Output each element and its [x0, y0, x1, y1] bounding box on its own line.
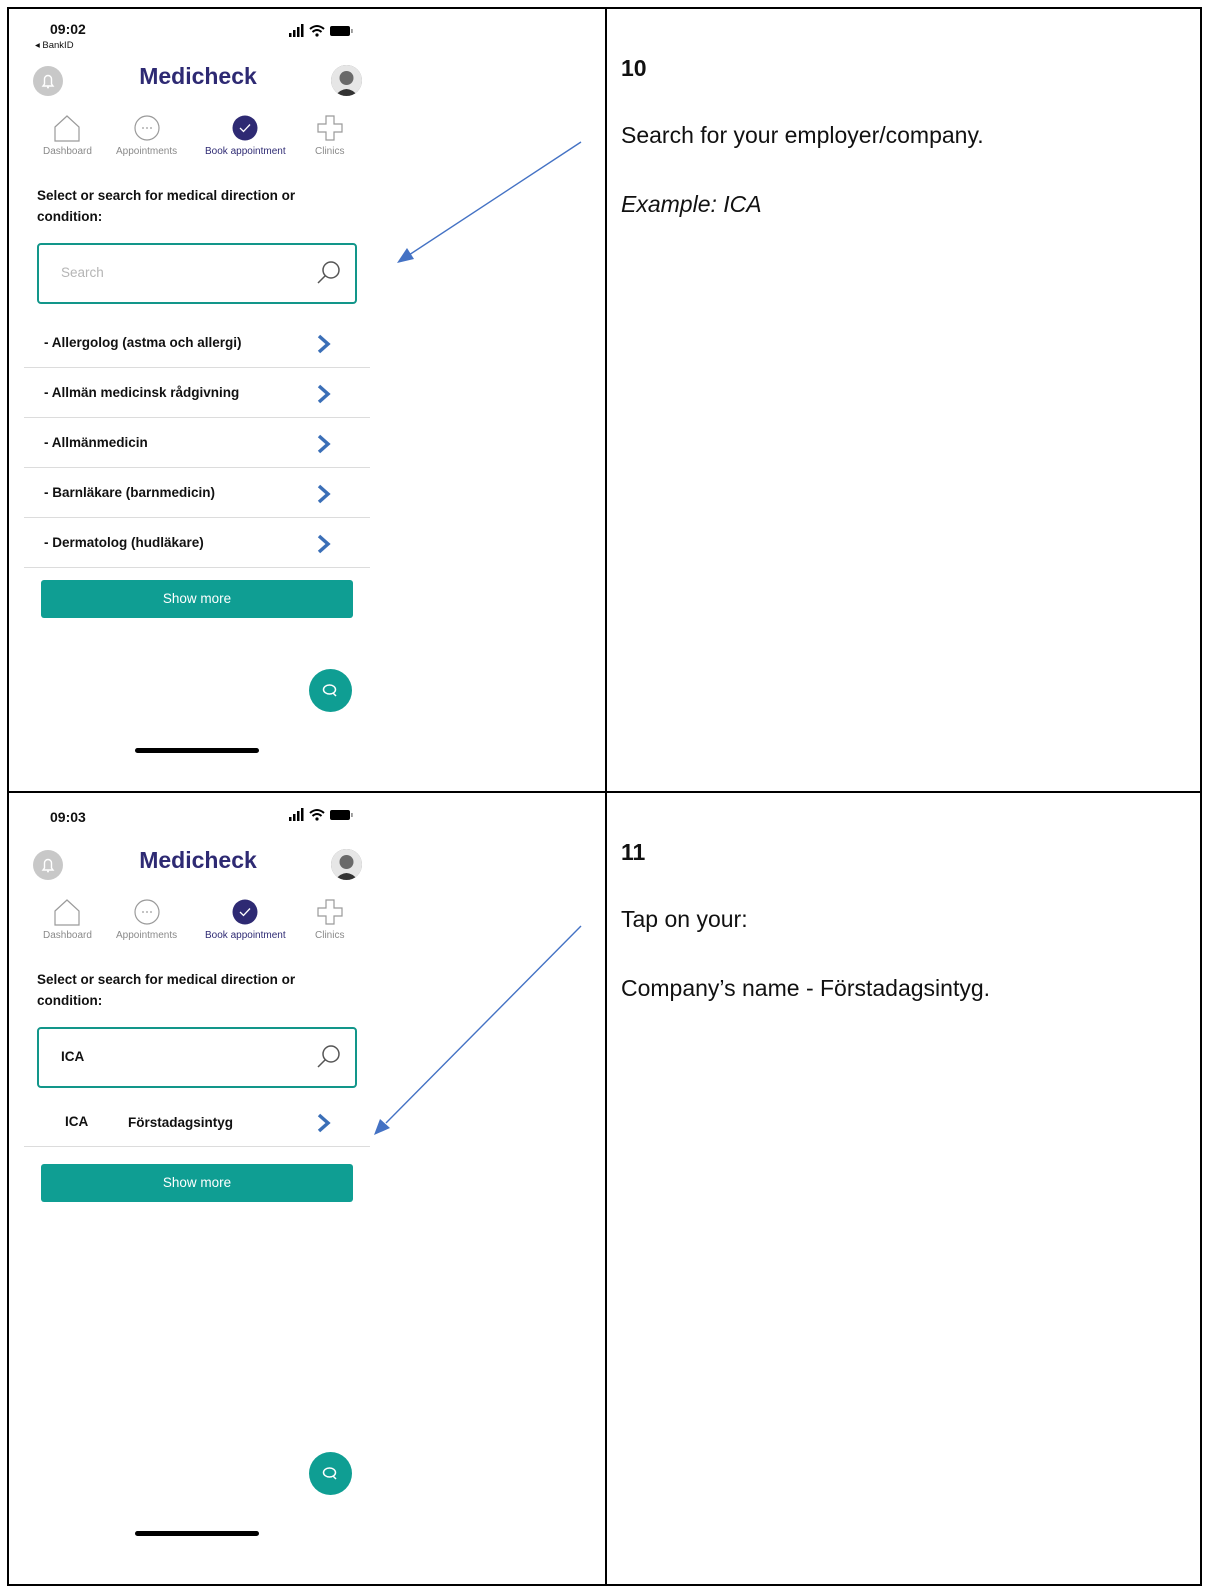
nav-label: Appointments	[116, 930, 178, 941]
section-heading: Select or search for medical direction o…	[37, 188, 296, 224]
list-item[interactable]: - Dermatolog (hudläkare)	[24, 518, 370, 568]
result-company-code: ICA	[65, 1114, 89, 1129]
list-item[interactable]: - Allmänmedicin	[24, 418, 370, 468]
checkmark-circle-icon	[232, 899, 258, 925]
chevron-right-icon	[317, 534, 331, 554]
list-item[interactable]: - Barnläkare (barnmedicin)	[24, 468, 370, 518]
list-item-label: - Barnläkare (barnmedicin)	[44, 485, 216, 500]
nav-label: Clinics	[315, 146, 345, 157]
phone-screenshot: 09:02 ◂ BankID Medicheck Dashboard Appoi…	[9, 9, 605, 791]
section-heading: Select or search for medical direction o…	[37, 972, 296, 1008]
chevron-right-icon	[317, 1113, 331, 1133]
result-name: Förstadagsintyg	[128, 1115, 234, 1130]
search-result-item[interactable]: ICA Förstadagsintyg	[24, 1097, 370, 1147]
chat-button[interactable]	[309, 1452, 352, 1495]
instruction-cell-step-11: 11 Tap on your: Company’s name - Förstad…	[605, 791, 1202, 1586]
instruction-text: Tap on your:	[621, 906, 748, 932]
nav-label: Clinics	[315, 930, 345, 941]
nav-book-appointment[interactable]: Book appointment	[205, 113, 286, 157]
chat-icon	[322, 684, 337, 697]
medical-cross-icon	[317, 115, 343, 141]
list-item-label: - Allmänmedicin	[44, 435, 148, 450]
nav-appointments[interactable]: Appointments	[116, 897, 177, 941]
show-more-button[interactable]: Show more	[41, 580, 353, 618]
nav-clinics[interactable]: Clinics	[315, 897, 344, 941]
chevron-right-icon	[317, 334, 331, 354]
search-input[interactable]: Search	[37, 243, 357, 304]
chat-bubble-icon	[133, 899, 160, 925]
back-to-bankid-link[interactable]: ◂ BankID	[35, 40, 74, 51]
nav-clinics[interactable]: Clinics	[315, 113, 344, 157]
search-value: ICA	[61, 1049, 85, 1064]
app-title: Medicheck	[139, 847, 257, 873]
list-item-label: - Allmän medicinsk rådgivning	[44, 385, 240, 400]
medical-cross-icon	[317, 899, 343, 925]
search-icon[interactable]	[315, 259, 343, 287]
user-avatar[interactable]	[331, 849, 362, 880]
instruction-example: Example: ICA	[621, 191, 762, 217]
screenshot-cell-step-11: 09:03 Medicheck Dashboard Appointments B…	[7, 791, 607, 1586]
step-number: 10	[621, 55, 647, 81]
status-time: 09:02	[50, 21, 86, 37]
nav-book-appointment[interactable]: Book appointment	[205, 897, 286, 941]
nav-appointments[interactable]: Appointments	[116, 113, 177, 157]
list-item-label: - Allergolog (astma och allergi)	[44, 335, 242, 350]
user-avatar[interactable]	[331, 65, 362, 96]
status-icons	[289, 24, 353, 37]
nav-label: Book appointment	[205, 146, 286, 157]
notifications-bell-icon[interactable]	[33, 850, 63, 880]
instruction-table: 09:02 ◂ BankID Medicheck Dashboard Appoi…	[0, 0, 1206, 1588]
chevron-right-icon	[317, 384, 331, 404]
status-icons	[289, 808, 353, 821]
phone-screenshot: 09:03 Medicheck Dashboard Appointments B…	[9, 793, 605, 1584]
pointer-arrow	[397, 141, 582, 263]
list-item[interactable]: - Allergolog (astma och allergi)	[24, 318, 370, 368]
home-indicator	[135, 748, 259, 753]
instruction-text: Company’s name - Förstadagsintyg.	[621, 975, 991, 1001]
nav-dashboard[interactable]: Dashboard	[43, 897, 92, 941]
chevron-right-icon	[317, 434, 331, 454]
search-input[interactable]: ICA	[37, 1027, 357, 1088]
list-item[interactable]: - Allmän medicinsk rådgivning	[24, 368, 370, 418]
house-icon	[54, 899, 81, 926]
search-icon[interactable]	[315, 1043, 343, 1071]
chat-button[interactable]	[309, 669, 352, 712]
nav-dashboard[interactable]: Dashboard	[43, 113, 92, 157]
status-time: 09:03	[50, 809, 86, 825]
app-title: Medicheck	[139, 63, 257, 89]
nav-label: Dashboard	[43, 146, 92, 157]
chevron-right-icon	[317, 484, 331, 504]
step-number: 11	[621, 839, 646, 865]
nav-label: Dashboard	[43, 930, 92, 941]
home-indicator	[135, 1531, 259, 1536]
notifications-bell-icon[interactable]	[33, 66, 63, 96]
nav-label: Book appointment	[205, 930, 286, 941]
instruction-text: Search for your employer/company.	[621, 122, 984, 148]
search-placeholder: Search	[61, 265, 104, 280]
show-more-button[interactable]: Show more	[41, 1164, 353, 1202]
instruction-cell-step-10: 10 Search for your employer/company. Exa…	[605, 7, 1202, 793]
pointer-arrow	[374, 925, 582, 1135]
list-item-label: - Dermatolog (hudläkare)	[44, 535, 204, 550]
chat-icon	[322, 1467, 337, 1480]
checkmark-circle-icon	[232, 115, 258, 141]
chat-bubble-icon	[133, 115, 160, 141]
nav-label: Appointments	[116, 146, 178, 157]
house-icon	[54, 115, 81, 142]
screenshot-cell-step-10: 09:02 ◂ BankID Medicheck Dashboard Appoi…	[7, 7, 607, 793]
